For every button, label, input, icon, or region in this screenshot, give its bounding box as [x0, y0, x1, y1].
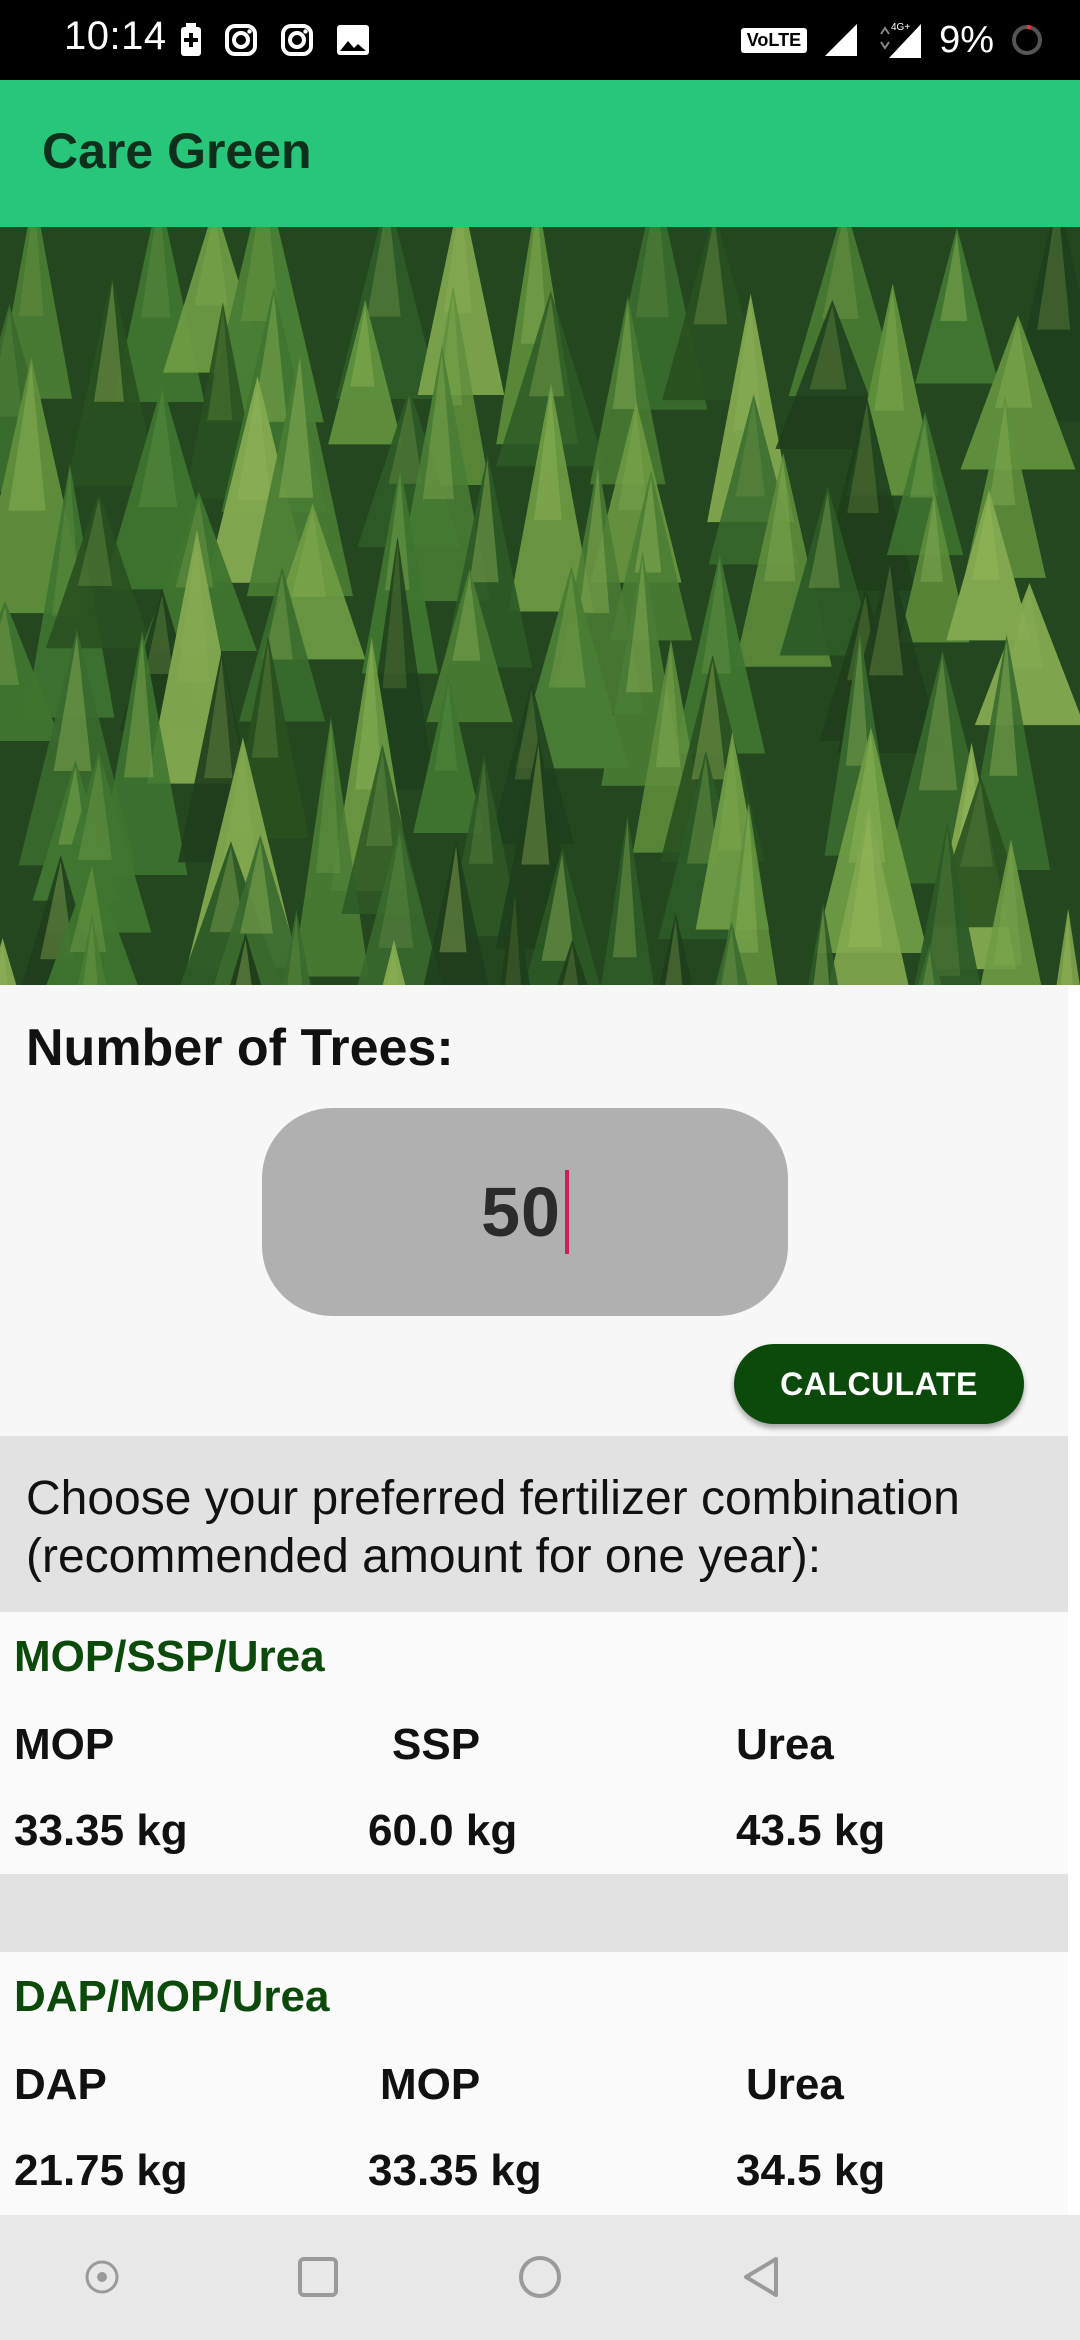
instructions-panel: Choose your preferred fertilizer combina…: [0, 1436, 1068, 1612]
combo-header: MOP: [380, 2060, 481, 2109]
signal-4g-icon: 4G+: [875, 20, 923, 60]
combo-card: MOP/SSP/Urea MOP SSP Urea 33.35 kg 60.0 …: [0, 1612, 1068, 1874]
combo-value: 43.5 kg: [736, 1806, 886, 1855]
combo-header: Urea: [746, 2060, 844, 2109]
volte-icon: VoLTE: [740, 27, 808, 53]
combo-header: Urea: [736, 1720, 834, 1769]
status-time: 10:14: [64, 14, 167, 58]
back-icon[interactable]: [732, 2247, 792, 2307]
combo-header: MOP: [14, 1720, 115, 1769]
trees-count-input[interactable]: 50: [262, 1108, 788, 1316]
section-divider: [0, 1874, 1068, 1952]
navigation-bar: [0, 2215, 1080, 2340]
trees-label: Number of Trees:: [26, 1019, 454, 1077]
instagram-icon: [280, 23, 314, 57]
forest-header-image: [0, 227, 1080, 985]
status-bar: 10:14 VoLTE 4G+ 9%: [0, 0, 1080, 80]
image-icon: [336, 24, 370, 56]
calculate-button[interactable]: CALCULATE: [734, 1344, 1024, 1424]
app-bar: Care Green: [0, 80, 1080, 227]
instructions-text: Choose your preferred fertilizer combina…: [26, 1472, 960, 1583]
instagram-icon: [224, 23, 258, 57]
signal-icon: [823, 22, 859, 58]
forest-illustration: [0, 227, 1080, 985]
combo-card: DAP/MOP/Urea DAP MOP Urea 21.75 kg 33.35…: [0, 1952, 1068, 2215]
combo-value: 33.35 kg: [368, 2146, 542, 2195]
trees-count-value: 50: [481, 1173, 561, 1251]
notification-icons: [180, 20, 370, 60]
combo-header: DAP: [14, 2060, 107, 2109]
combo-title: DAP/MOP/Urea: [14, 1972, 330, 2021]
text-cursor: [564, 1170, 569, 1254]
combo-title: MOP/SSP/Urea: [14, 1632, 325, 1681]
signal-4g-label: 4G+: [891, 22, 910, 33]
app-title: Care Green: [42, 123, 312, 179]
combo-value: 21.75 kg: [14, 2146, 188, 2195]
battery-ring-icon: [1010, 23, 1044, 57]
system-status-icons: VoLTE 4G+ 9%: [740, 14, 1044, 66]
combo-value: 33.35 kg: [14, 1806, 188, 1855]
combo-value: 60.0 kg: [368, 1806, 518, 1855]
combo-header: SSP: [392, 1720, 481, 1769]
battery-saver-icon: [180, 23, 202, 57]
home-icon[interactable]: [510, 2247, 570, 2307]
combo-value: 34.5 kg: [736, 2146, 886, 2195]
battery-percent: 9%: [939, 18, 994, 61]
recents-icon[interactable]: [288, 2247, 348, 2307]
screen-recorder-icon[interactable]: [72, 2247, 132, 2307]
